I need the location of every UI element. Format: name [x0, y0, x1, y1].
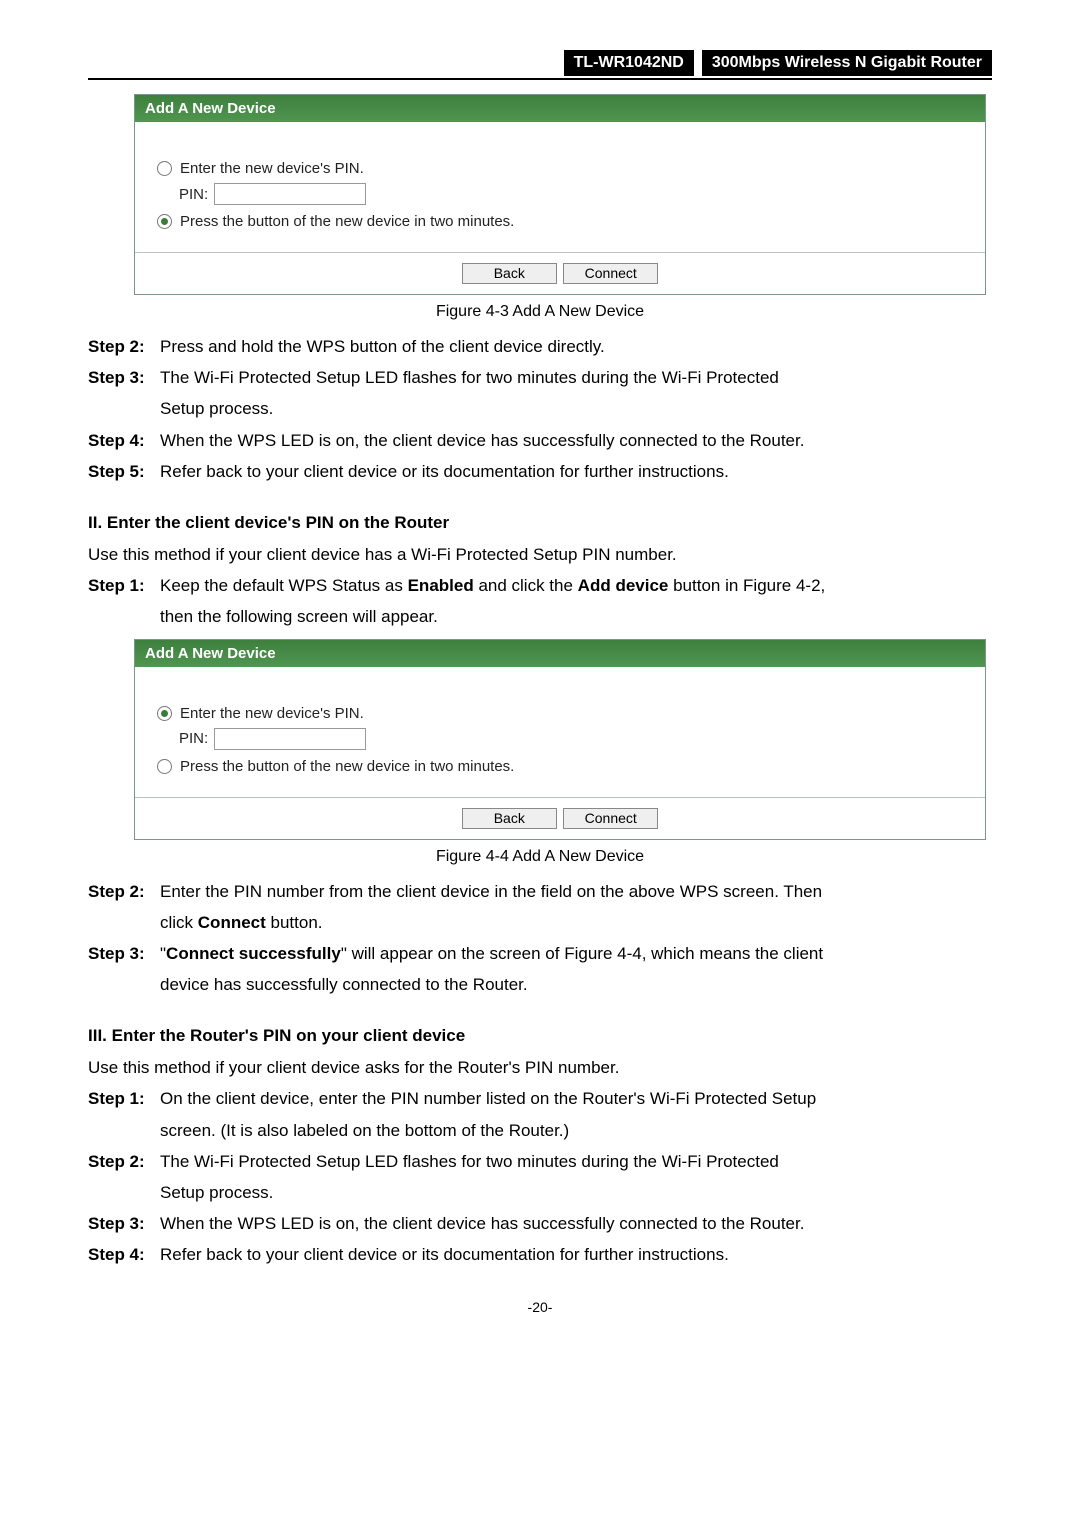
step-label: Step 3:	[88, 1210, 160, 1237]
section-iii-intro: Use this method if your client device as…	[88, 1054, 992, 1081]
pin-label: PIN:	[179, 186, 208, 203]
step-text: Refer back to your client device or its …	[160, 1241, 992, 1268]
step-text: Enter the PIN number from the client dev…	[160, 878, 992, 905]
pin-input[interactable]	[214, 183, 366, 205]
add-device-panel-1: Add A New Device Enter the new device's …	[134, 94, 986, 295]
panel-title: Add A New Device	[135, 95, 985, 122]
step-label: Step 1:	[88, 1085, 160, 1112]
step-text: Keep the default WPS Status as Enabled a…	[160, 572, 992, 599]
step-text: Press and hold the WPS button of the cli…	[160, 333, 992, 360]
back-button[interactable]: Back	[462, 263, 557, 284]
header-model: TL-WR1042ND	[564, 50, 694, 76]
step-text: The Wi-Fi Protected Setup LED flashes fo…	[160, 1148, 992, 1175]
step-text-cont: Setup process.	[160, 395, 992, 422]
step-label: Step 2:	[88, 878, 160, 905]
opt-enter-pin-label: Enter the new device's PIN.	[180, 160, 364, 177]
pin-label: PIN:	[179, 730, 208, 747]
step-label: Step 3:	[88, 364, 160, 391]
back-button[interactable]: Back	[462, 808, 557, 829]
radio-press-button[interactable]	[157, 214, 172, 229]
radio-enter-pin[interactable]	[157, 161, 172, 176]
figure-caption-4-4: Figure 4-4 Add A New Device	[88, 848, 992, 866]
step-label: Step 3:	[88, 940, 160, 967]
step-label: Step 2:	[88, 333, 160, 360]
step-text: The Wi-Fi Protected Setup LED flashes fo…	[160, 364, 992, 391]
section-iii-head: III. Enter the Router's PIN on your clie…	[88, 1026, 992, 1046]
radio-press-button[interactable]	[157, 759, 172, 774]
radio-enter-pin[interactable]	[157, 706, 172, 721]
add-device-panel-2: Add A New Device Enter the new device's …	[134, 639, 986, 840]
step-text: On the client device, enter the PIN numb…	[160, 1085, 992, 1112]
step-label: Step 2:	[88, 1148, 160, 1175]
opt-press-button-label: Press the button of the new device in tw…	[180, 758, 514, 775]
panel-title: Add A New Device	[135, 640, 985, 667]
figure-caption-4-3: Figure 4-3 Add A New Device	[88, 303, 992, 321]
step-text-cont: Setup process.	[160, 1179, 992, 1206]
step-text-cont: click Connect button.	[160, 909, 992, 936]
step-text: Refer back to your client device or its …	[160, 458, 992, 485]
step-label: Step 5:	[88, 458, 160, 485]
opt-press-button-label: Press the button of the new device in tw…	[180, 213, 514, 230]
step-text: When the WPS LED is on, the client devic…	[160, 427, 992, 454]
section-ii-head: II. Enter the client device's PIN on the…	[88, 513, 992, 533]
step-label: Step 4:	[88, 1241, 160, 1268]
connect-button[interactable]: Connect	[563, 808, 658, 829]
section-ii-intro: Use this method if your client device ha…	[88, 541, 992, 568]
step-text-cont: screen. (It is also labeled on the botto…	[160, 1117, 992, 1144]
pin-input[interactable]	[214, 728, 366, 750]
header-product: 300Mbps Wireless N Gigabit Router	[702, 50, 992, 76]
doc-header: TL-WR1042ND 300Mbps Wireless N Gigabit R…	[88, 50, 992, 80]
step-text: "Connect successfully" will appear on th…	[160, 940, 992, 967]
step-text: When the WPS LED is on, the client devic…	[160, 1210, 992, 1237]
step-text-cont: device has successfully connected to the…	[160, 971, 992, 998]
connect-button[interactable]: Connect	[563, 263, 658, 284]
opt-enter-pin-label: Enter the new device's PIN.	[180, 705, 364, 722]
page-number: -20-	[88, 1299, 992, 1315]
step-text-cont: then the following screen will appear.	[160, 603, 992, 630]
step-label: Step 4:	[88, 427, 160, 454]
step-label: Step 1:	[88, 572, 160, 599]
